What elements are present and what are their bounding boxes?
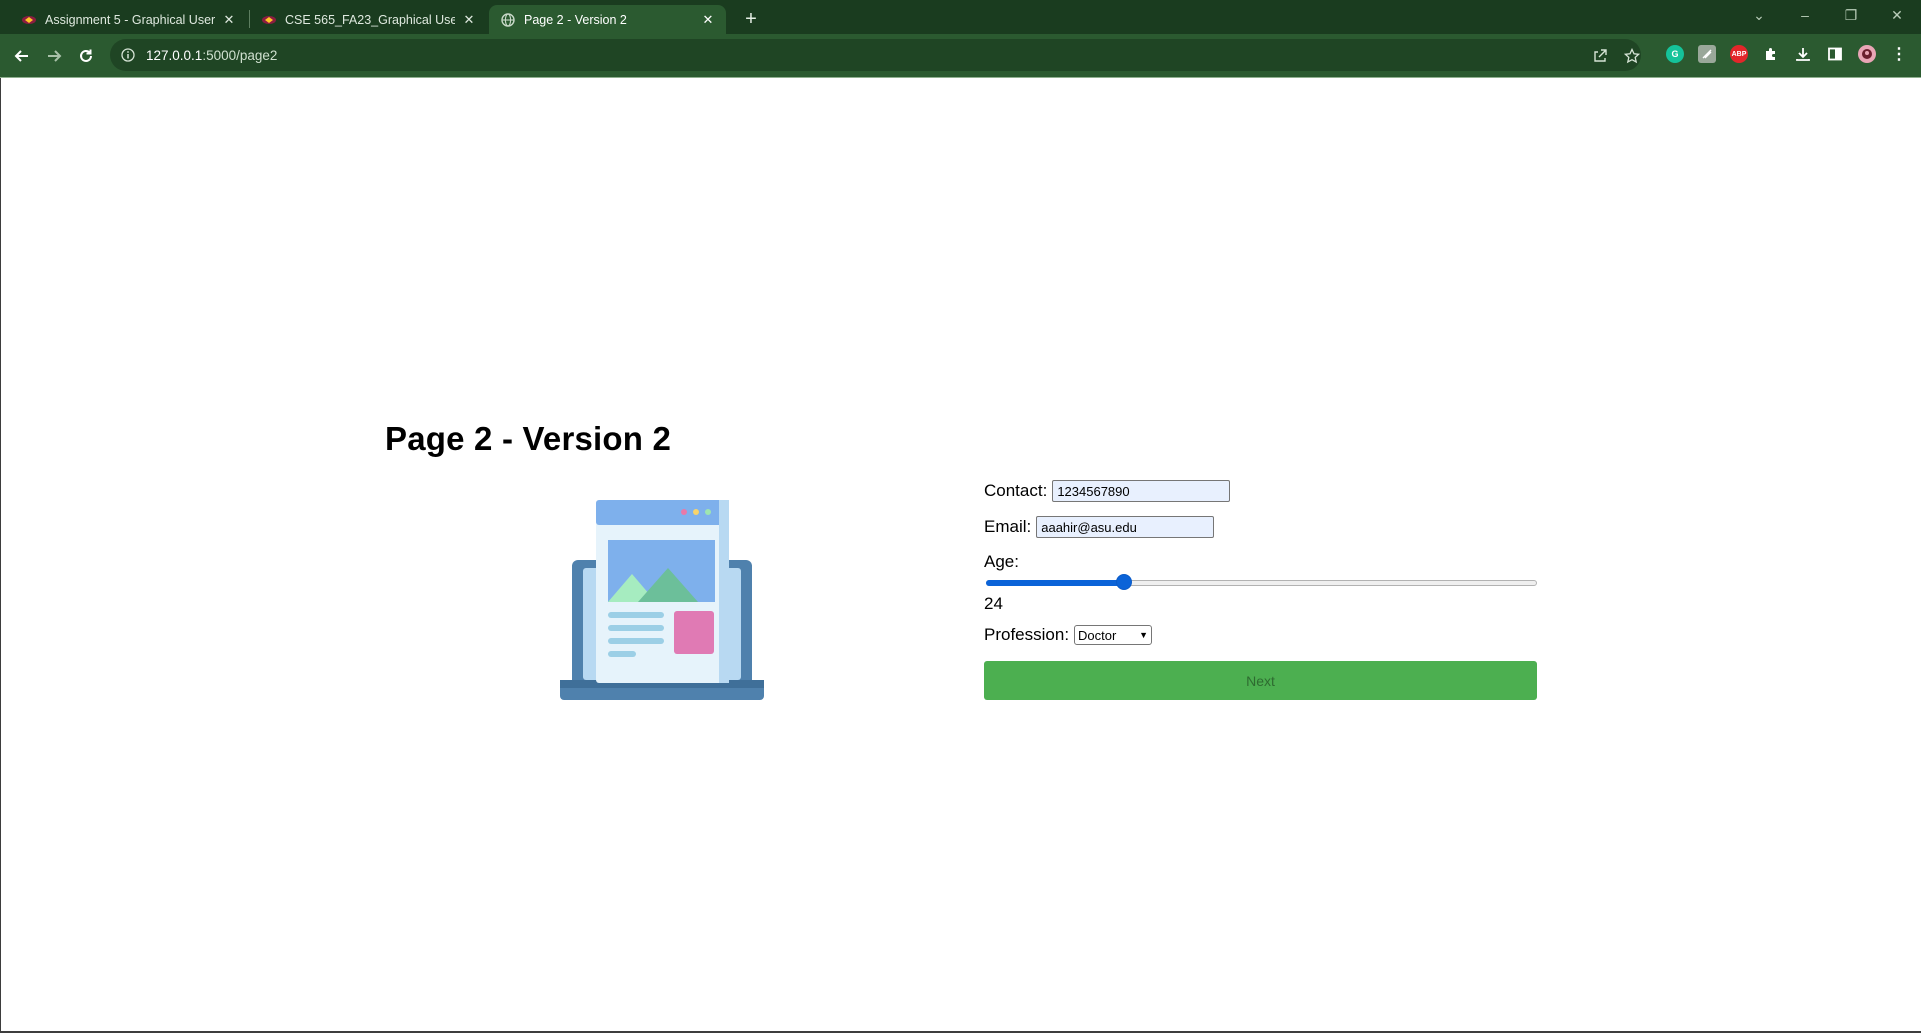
menu-icon[interactable]: ⋮ xyxy=(1890,45,1908,63)
adblock-icon[interactable]: ABP xyxy=(1730,45,1748,63)
slider-thumb[interactable] xyxy=(1116,574,1132,590)
minimize-button[interactable]: – xyxy=(1783,0,1827,30)
window-edge xyxy=(0,78,1,1033)
url-path: :5000/page2 xyxy=(202,47,278,63)
side-panel-icon[interactable] xyxy=(1826,45,1844,63)
new-tab-button[interactable]: + xyxy=(739,7,763,31)
restore-button[interactable]: ❐ xyxy=(1829,0,1873,30)
arrow-right-icon xyxy=(48,50,62,62)
profession-row: Profession: Doctor ▼ xyxy=(984,625,1153,645)
download-icon[interactable] xyxy=(1794,45,1812,63)
profession-selected: Doctor xyxy=(1078,627,1117,643)
next-button[interactable]: Next xyxy=(984,661,1537,700)
close-tab-icon[interactable]: ✕ xyxy=(221,12,237,28)
contact-label: Contact: xyxy=(984,481,1048,500)
chrome-divider xyxy=(0,77,1921,78)
globe-icon xyxy=(501,12,515,27)
tab-title: Assignment 5 - Graphical User In xyxy=(45,12,215,27)
tab-search-icon[interactable]: ⌄ xyxy=(1737,0,1781,30)
email-row: Email: xyxy=(984,516,1215,538)
notes-icon[interactable] xyxy=(1698,45,1716,63)
url-text: 127.0.0.1:5000/page2 xyxy=(146,48,277,63)
profile-avatar[interactable] xyxy=(1858,45,1876,63)
browser-toolbar: 127.0.0.1:5000/page2 xyxy=(0,34,1921,77)
tab-page-2[interactable]: Page 2 - Version 2 ✕ xyxy=(489,5,726,34)
profession-select[interactable]: Doctor ▼ xyxy=(1074,625,1153,645)
tab-title: Page 2 - Version 2 xyxy=(524,12,627,27)
age-label-row: Age: xyxy=(984,552,1024,572)
tab-strip: Assignment 5 - Graphical User In ✕ CSE 5… xyxy=(0,0,1921,34)
email-input[interactable] xyxy=(1036,516,1215,538)
slider-fill xyxy=(986,580,1124,586)
share-icon[interactable] xyxy=(1591,47,1609,65)
reload-button[interactable] xyxy=(72,42,100,70)
age-slider[interactable] xyxy=(986,573,1537,593)
webpage-illustration xyxy=(560,498,764,704)
asu-icon xyxy=(262,13,276,27)
asu-icon xyxy=(22,13,36,27)
profession-label: Profession: xyxy=(984,625,1070,644)
contact-input[interactable] xyxy=(1052,480,1231,502)
email-label: Email: xyxy=(984,517,1032,536)
tab-cse-565[interactable]: CSE 565_FA23_Graphical User Int ✕ xyxy=(250,5,487,34)
puzzle-icon[interactable] xyxy=(1762,45,1780,63)
close-window-button[interactable]: ✕ xyxy=(1875,0,1919,30)
reload-icon xyxy=(80,49,92,62)
tab-assignment-5[interactable]: Assignment 5 - Graphical User In ✕ xyxy=(10,5,247,34)
info-icon[interactable] xyxy=(120,47,136,63)
close-tab-icon[interactable]: ✕ xyxy=(700,12,716,28)
grammarly-icon[interactable]: G xyxy=(1666,45,1684,63)
arrow-left-icon xyxy=(14,50,28,62)
age-value: 24 xyxy=(984,594,1003,613)
chevron-down-icon: ▼ xyxy=(1139,630,1149,640)
address-bar[interactable]: 127.0.0.1:5000/page2 xyxy=(110,39,1641,71)
age-label: Age: xyxy=(984,552,1019,571)
tab-title: CSE 565_FA23_Graphical User Int xyxy=(285,12,455,27)
contact-row: Contact: xyxy=(984,480,1231,502)
forward-button[interactable] xyxy=(40,42,68,70)
page-title: Page 2 - Version 2 xyxy=(385,420,672,457)
age-value-row: 24 xyxy=(984,594,1003,614)
close-tab-icon[interactable]: ✕ xyxy=(461,12,477,28)
back-button[interactable] xyxy=(8,42,36,70)
bookmark-star-icon[interactable] xyxy=(1623,47,1641,65)
url-host: 127.0.0.1 xyxy=(146,47,203,63)
